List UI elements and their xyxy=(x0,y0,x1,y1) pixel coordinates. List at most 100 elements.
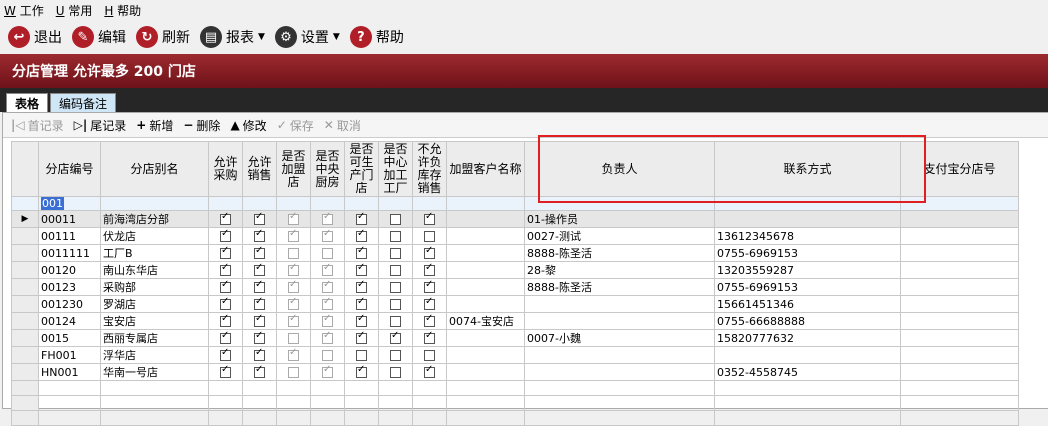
checkbox[interactable] xyxy=(254,314,265,327)
checkbox[interactable] xyxy=(288,212,299,225)
cell-franchise-customer[interactable] xyxy=(446,227,525,245)
column-header[interactable]: 联系方式 xyxy=(714,141,901,197)
cell-branch-code[interactable]: HN001 xyxy=(38,363,101,381)
cell-branch-name[interactable]: 宝安店 xyxy=(100,312,209,330)
cell-branch-name[interactable]: 西丽专属店 xyxy=(100,329,209,347)
table-row[interactable]: 0015西丽专属店 0007-小魏15820777632 xyxy=(11,329,1019,347)
cell-branch-code[interactable]: 00011 xyxy=(38,210,101,228)
checkbox[interactable] xyxy=(322,365,333,378)
last-record-button[interactable]: ▷| 尾记录 xyxy=(74,117,127,134)
cell-manager[interactable]: 8888-陈圣活 xyxy=(524,278,715,296)
chevron-down-icon[interactable]: ▼ xyxy=(333,32,340,42)
cell-contact[interactable]: 0755-66688888 xyxy=(714,312,901,330)
column-header[interactable]: 不允许负库存销售 xyxy=(412,141,447,197)
cell-franchise-customer[interactable] xyxy=(446,295,525,313)
checkbox[interactable] xyxy=(288,263,299,276)
cell-contact[interactable]: 15820777632 xyxy=(714,329,901,347)
checkbox[interactable] xyxy=(288,333,299,344)
cell-manager[interactable]: 01-操作员 xyxy=(524,210,715,228)
checkbox[interactable] xyxy=(220,280,231,293)
table-row[interactable]: ▶00011前海湾店分部 01-操作员 xyxy=(11,210,1019,228)
cell-alipay-store[interactable] xyxy=(900,329,1019,347)
cell-contact[interactable]: 13203559287 xyxy=(714,261,901,279)
filter-cell[interactable] xyxy=(100,196,209,211)
filter-input[interactable]: 001 xyxy=(41,197,64,210)
checkbox[interactable] xyxy=(356,350,367,361)
checkbox[interactable] xyxy=(356,314,367,327)
checkbox[interactable] xyxy=(220,229,231,242)
cell-manager[interactable] xyxy=(524,363,715,381)
cancel-button[interactable]: ✕ 取消 xyxy=(324,117,361,134)
checkbox[interactable] xyxy=(220,246,231,259)
cell-franchise-customer[interactable]: 0074-宝安店 xyxy=(446,312,525,330)
checkbox[interactable] xyxy=(424,314,435,327)
checkbox[interactable] xyxy=(390,316,401,327)
checkbox[interactable] xyxy=(390,350,401,361)
checkbox[interactable] xyxy=(288,297,299,310)
tab-code-notes[interactable]: 编码备注 xyxy=(50,93,117,113)
checkbox[interactable] xyxy=(356,212,367,225)
checkbox[interactable] xyxy=(220,263,231,276)
checkbox[interactable] xyxy=(356,297,367,310)
table-row[interactable]: HN001华南一号店 0352-4558745 xyxy=(11,363,1019,381)
table-row[interactable]: 00123采购部 8888-陈圣活0755-6969153 xyxy=(11,278,1019,296)
cell-franchise-customer[interactable] xyxy=(446,346,525,364)
filter-cell[interactable] xyxy=(378,196,413,211)
toolbar-button-3[interactable]: ▤ 报表 ▼ xyxy=(200,26,265,48)
checkbox[interactable] xyxy=(390,367,401,378)
menu-item-0[interactable]: W 工作 xyxy=(4,2,44,19)
table-row[interactable]: 001230罗湖店 15661451346 xyxy=(11,295,1019,313)
cell-branch-code[interactable]: 0015 xyxy=(38,329,101,347)
cell-alipay-store[interactable] xyxy=(900,261,1019,279)
cell-alipay-store[interactable] xyxy=(900,227,1019,245)
checkbox[interactable] xyxy=(424,280,435,293)
cell-manager[interactable]: 0007-小魏 xyxy=(524,329,715,347)
chevron-down-icon[interactable]: ▼ xyxy=(258,32,265,42)
column-header[interactable]: 加盟客户名称 xyxy=(446,141,525,197)
column-header[interactable]: 是否加盟店 xyxy=(276,141,311,197)
menu-item-2[interactable]: H 帮助 xyxy=(104,2,141,19)
checkbox[interactable] xyxy=(356,331,367,344)
toolbar-button-1[interactable]: ✎ 编辑 xyxy=(72,26,126,48)
checkbox[interactable] xyxy=(424,350,435,361)
cell-manager[interactable] xyxy=(524,295,715,313)
cell-branch-code[interactable]: 0011111 xyxy=(38,244,101,262)
cell-branch-code[interactable]: FH001 xyxy=(38,346,101,364)
cell-alipay-store[interactable] xyxy=(900,278,1019,296)
cell-contact[interactable] xyxy=(714,210,901,228)
checkbox[interactable] xyxy=(390,248,401,259)
checkbox[interactable] xyxy=(424,212,435,225)
column-header[interactable]: 分店别名 xyxy=(100,141,209,197)
cell-contact[interactable] xyxy=(714,346,901,364)
checkbox[interactable] xyxy=(322,229,333,242)
table-row[interactable]: 0011111工厂B 8888-陈圣活0755-6969153 xyxy=(11,244,1019,262)
cell-branch-code[interactable]: 00111 xyxy=(38,227,101,245)
checkbox[interactable] xyxy=(322,331,333,344)
cell-branch-name[interactable]: 采购部 xyxy=(100,278,209,296)
filter-cell[interactable] xyxy=(11,196,39,211)
checkbox[interactable] xyxy=(356,229,367,242)
checkbox[interactable] xyxy=(390,231,401,242)
filter-cell[interactable] xyxy=(900,196,1019,211)
add-button[interactable]: + 新增 xyxy=(136,117,173,134)
save-button[interactable]: ✓ 保存 xyxy=(277,117,314,134)
edit-button[interactable]: ▲ 修改 xyxy=(230,117,266,134)
checkbox[interactable] xyxy=(254,365,265,378)
checkbox[interactable] xyxy=(220,365,231,378)
cell-contact[interactable]: 0352-4558745 xyxy=(714,363,901,381)
filter-cell[interactable] xyxy=(344,196,379,211)
cell-alipay-store[interactable] xyxy=(900,210,1019,228)
checkbox[interactable] xyxy=(322,212,333,225)
checkbox[interactable] xyxy=(424,331,435,344)
cell-branch-code[interactable]: 00124 xyxy=(38,312,101,330)
checkbox[interactable] xyxy=(220,314,231,327)
column-header[interactable]: 允许销售 xyxy=(242,141,277,197)
cell-branch-name[interactable]: 伏龙店 xyxy=(100,227,209,245)
checkbox[interactable] xyxy=(288,229,299,242)
cell-franchise-customer[interactable] xyxy=(446,363,525,381)
checkbox[interactable] xyxy=(288,280,299,293)
filter-cell[interactable] xyxy=(276,196,311,211)
cell-franchise-customer[interactable] xyxy=(446,244,525,262)
checkbox[interactable] xyxy=(322,263,333,276)
cell-manager[interactable]: 28-黎 xyxy=(524,261,715,279)
